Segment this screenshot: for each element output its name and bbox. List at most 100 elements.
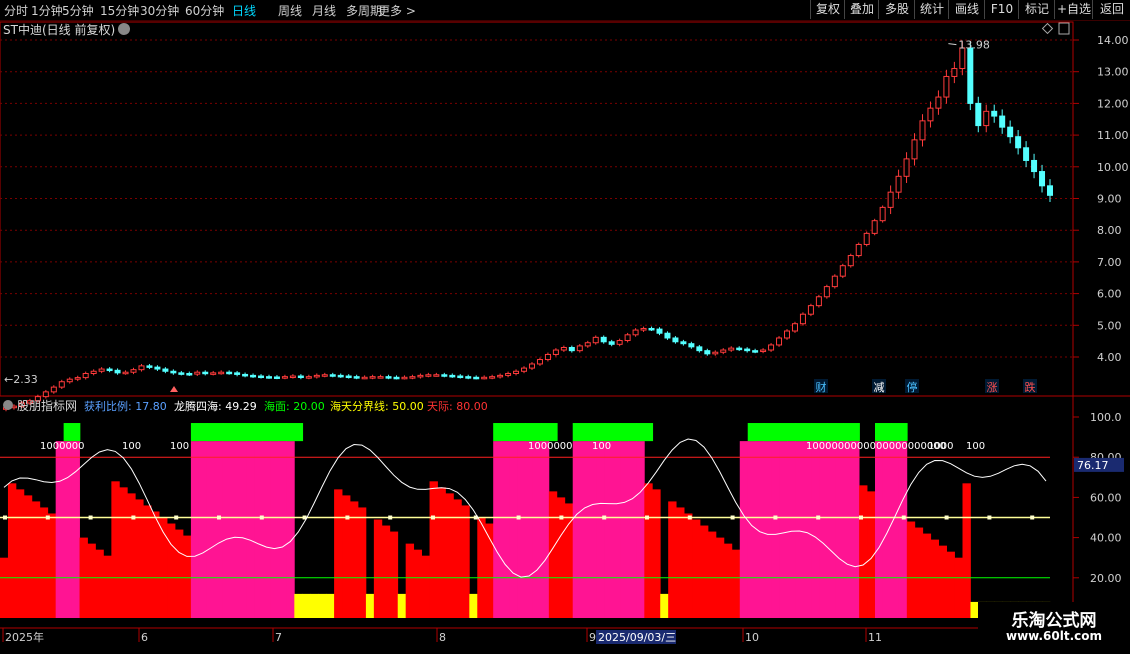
period-tab[interactable]: 日线	[232, 2, 256, 19]
indicator-param: 天际: 80.00	[427, 400, 488, 413]
candle	[975, 102, 982, 127]
main-frame	[0, 21, 1074, 397]
toolbar-button[interactable]: 叠加	[844, 0, 879, 19]
indicator-bar	[127, 493, 136, 618]
period-tab[interactable]: 更多 >	[378, 2, 416, 19]
indicator-bar	[612, 441, 621, 618]
candle	[839, 265, 846, 277]
watermark-title: 乐淘公式网	[1011, 611, 1097, 631]
indicator-green-block	[270, 423, 288, 442]
candle	[226, 371, 233, 375]
period-tab[interactable]: 30分钟	[140, 2, 179, 19]
toolbar-button[interactable]: 复权	[810, 0, 845, 19]
indicator-bar	[723, 543, 733, 618]
candle	[42, 391, 49, 398]
candle	[680, 341, 687, 345]
boundary-dot	[259, 515, 264, 520]
candle	[712, 351, 719, 355]
window-icon[interactable]	[1058, 22, 1070, 35]
indicator-bar	[286, 441, 295, 618]
candle	[823, 286, 830, 298]
candle	[130, 369, 137, 373]
boundary-dot	[1030, 515, 1035, 520]
high-price-label: 13.98	[958, 39, 990, 52]
toolbar-button[interactable]: +自选	[1054, 0, 1093, 19]
candle	[497, 374, 504, 378]
indicator-bar-label: 100	[122, 441, 141, 452]
price-tick-label: 4.00	[1097, 351, 1122, 364]
indicator-dropdown-icon[interactable]	[3, 400, 13, 410]
toolbar-button[interactable]: 返回	[1092, 0, 1130, 19]
toolbar-button[interactable]: 标记	[1018, 0, 1055, 19]
candle	[321, 374, 328, 377]
indicator-bar	[668, 501, 677, 618]
period-tab[interactable]: 60分钟	[185, 2, 224, 19]
indicator-bar	[835, 441, 844, 618]
indicator-green-block	[222, 423, 240, 442]
indicator-name: 股朋指标网	[17, 398, 77, 413]
period-tab[interactable]: 5分钟	[62, 2, 94, 19]
indicator-bar	[930, 539, 940, 618]
candle	[170, 370, 177, 374]
indicator-green-block	[763, 423, 781, 442]
candle	[544, 353, 551, 361]
indicator-bar	[119, 487, 128, 618]
candle	[584, 342, 591, 347]
candle	[855, 243, 862, 257]
period-tab[interactable]: 分时	[4, 2, 28, 19]
indicator-bar	[692, 519, 701, 618]
candle	[202, 371, 209, 375]
candle	[672, 337, 679, 343]
candle	[106, 368, 113, 372]
candle	[345, 375, 352, 379]
candle	[385, 376, 392, 379]
indicator-bar	[572, 441, 582, 618]
indicator-bar	[954, 557, 963, 618]
period-tab[interactable]: 1分钟	[31, 2, 63, 19]
indicator-bar	[143, 505, 152, 618]
title-dropdown-icon[interactable]	[118, 23, 130, 35]
indicator-bar-label: 1000000000000000000000	[806, 441, 946, 452]
price-tick-label: 5.00	[1097, 319, 1122, 332]
candle	[98, 368, 105, 372]
period-tab[interactable]: 15分钟	[100, 2, 139, 19]
candle	[369, 376, 376, 379]
boundary-dot	[730, 515, 735, 520]
indicator-green-block	[811, 423, 829, 442]
indicator-green-block	[875, 423, 892, 442]
toolbar-button[interactable]: 多股	[878, 0, 915, 19]
period-tab[interactable]: 月线	[312, 2, 336, 19]
candle	[648, 327, 655, 331]
toolbar-button[interactable]: 画线	[948, 0, 985, 19]
indicator-bar	[55, 441, 65, 618]
indicator-bar	[477, 517, 486, 618]
price-tick-label: 14.00	[1097, 34, 1129, 47]
boundary-dot	[602, 515, 607, 520]
candle	[401, 376, 408, 380]
indicator-green-block	[493, 423, 510, 442]
indicator-bar	[628, 441, 637, 618]
candle	[871, 220, 878, 234]
candle	[927, 107, 934, 122]
toolbar-button[interactable]: F10	[984, 0, 1019, 19]
indicator-bar	[517, 441, 526, 618]
indicator-bar	[501, 441, 510, 618]
indicator-bar	[532, 441, 542, 618]
indicator-bar	[47, 513, 57, 618]
candle	[768, 344, 775, 351]
indicator-bar	[397, 593, 407, 618]
indicator-bar	[548, 491, 558, 618]
indicator-bar	[731, 549, 741, 618]
diamond-icon[interactable]	[1041, 22, 1054, 35]
period-tab[interactable]: 周线	[278, 2, 302, 19]
indicator-bar	[819, 441, 828, 618]
candle	[465, 376, 472, 379]
toolbar-button[interactable]: 统计	[914, 0, 949, 19]
cursor-date-label: 2025/09/03/三	[598, 631, 676, 644]
candle	[704, 350, 711, 355]
boundary-dot	[45, 515, 50, 520]
indicator-green-block	[206, 423, 224, 442]
indicator-bar	[946, 551, 955, 618]
candle	[568, 346, 575, 352]
period-tab[interactable]: 多周期	[346, 2, 382, 19]
